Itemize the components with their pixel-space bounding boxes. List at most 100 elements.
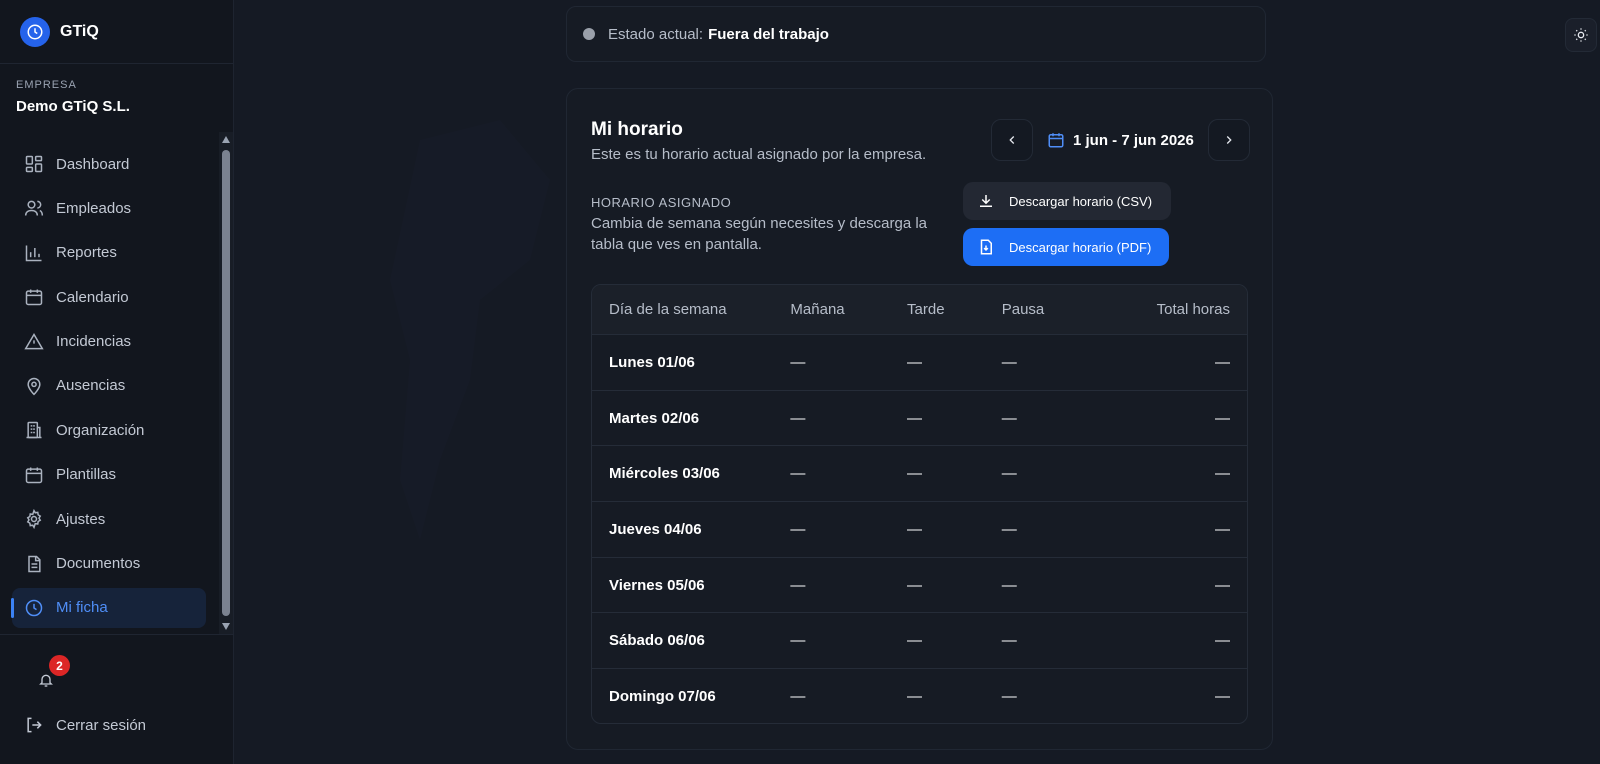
warning-icon <box>24 332 44 349</box>
cell-morning: — <box>790 520 806 538</box>
cell-afternoon: — <box>907 465 923 483</box>
cell-afternoon: — <box>907 520 923 538</box>
cell-morning: — <box>790 688 806 706</box>
week-range-picker[interactable]: 1 jun - 7 jun 2026 <box>1033 119 1208 161</box>
table-row: Domingo 07/06 — — — — <box>592 669 1247 723</box>
table-row: Sábado 06/06 — — — — <box>592 613 1247 670</box>
cell-afternoon: — <box>907 688 923 706</box>
scroll-thumb[interactable] <box>222 150 230 616</box>
dashboard-icon <box>25 155 43 173</box>
cell-break: — <box>1001 632 1017 650</box>
table-header: Día de la semana Mañana Tarde Pausa Tota… <box>592 285 1247 335</box>
building-icon <box>26 422 42 439</box>
sidebar-item-organizacion[interactable]: Organización <box>12 410 206 450</box>
cell-total-hours: — <box>1214 353 1230 371</box>
gear-icon <box>26 509 42 530</box>
calendar-icon <box>25 467 43 483</box>
background-map-decoration <box>390 120 550 540</box>
sidebar-item-ausencias[interactable]: Ausencias <box>12 366 206 406</box>
column-header-day: Día de la semana <box>609 301 727 318</box>
column-header-total-hours: Total horas <box>1156 301 1230 318</box>
cell-afternoon: — <box>907 576 923 594</box>
chevron-left-icon <box>1009 136 1015 144</box>
download-csv-button[interactable]: Descargar horario (CSV) <box>963 182 1171 220</box>
sidebar-item-documentos[interactable]: Documentos <box>12 544 206 584</box>
clock-logo-icon <box>20 16 50 47</box>
cell-total-hours: — <box>1214 520 1230 538</box>
download-pdf-label: Descargar horario (PDF) <box>1009 239 1152 255</box>
cell-total-hours: — <box>1214 576 1230 594</box>
cell-morning: — <box>790 465 806 483</box>
sidebar-item-reportes[interactable]: Reportes <box>12 233 206 273</box>
file-download-icon <box>980 239 992 255</box>
sidebar-item-dashboard[interactable]: Dashboard <box>12 144 206 184</box>
sidebar-item-label: Plantillas <box>56 466 117 484</box>
download-csv-label: Descargar horario (CSV) <box>1009 193 1153 209</box>
sidebar-item-label: Ajustes <box>56 510 106 528</box>
scroll-down-arrow-icon[interactable] <box>222 623 230 630</box>
download-pdf-button[interactable]: Descargar horario (PDF) <box>963 228 1169 266</box>
calendar-icon <box>25 289 43 306</box>
cell-day: Sábado 06/06 <box>609 632 705 650</box>
cell-total-hours: — <box>1214 409 1230 427</box>
table-row: Viernes 05/06 — — — — <box>592 558 1247 614</box>
previous-week-button[interactable] <box>991 119 1033 161</box>
cell-day: Viernes 05/06 <box>609 576 705 594</box>
page-subtitle: Este es tu horario actual asignado por l… <box>591 146 927 163</box>
scroll-up-arrow-icon[interactable] <box>222 136 230 143</box>
map-pin-icon <box>27 377 41 396</box>
cell-total-hours: — <box>1214 465 1230 483</box>
page-title: Mi horario <box>591 119 683 140</box>
sidebar-item-mi-ficha[interactable]: Mi ficha <box>11 587 206 628</box>
cell-morning: — <box>790 353 806 371</box>
company-name: Demo GTiQ S.L. <box>16 98 130 115</box>
logout-button[interactable]: Cerrar sesión <box>24 715 146 735</box>
sidebar-item-label: Incidencias <box>56 333 132 351</box>
sidebar-item-label: Empleados <box>56 199 132 217</box>
theme-toggle-button[interactable] <box>1565 18 1597 52</box>
sidebar-footer: 2 Cerrar sesión <box>0 634 234 764</box>
sidebar-item-empleados[interactable]: Empleados <box>12 188 206 228</box>
cell-afternoon: — <box>907 409 923 427</box>
sidebar: GTiQ EMPRESA Demo GTiQ S.L. Dashboard Em… <box>0 0 234 764</box>
cell-afternoon: — <box>907 353 923 371</box>
table-row: Jueves 04/06 — — — — <box>592 502 1247 558</box>
cell-break: — <box>1001 688 1017 706</box>
sidebar-item-ajustes[interactable]: Ajustes <box>12 499 206 539</box>
notification-badge: 2 <box>49 655 70 676</box>
bar-chart-icon <box>25 245 42 262</box>
sidebar-scrollbar[interactable] <box>219 132 233 634</box>
cell-break: — <box>1001 353 1017 371</box>
week-range-label: 1 jun - 7 jun 2026 <box>1073 131 1194 149</box>
sidebar-item-label: Mi ficha <box>56 599 108 617</box>
status-card: Estado actual: Fuera del trabajo <box>566 6 1266 62</box>
sidebar-item-label: Ausencias <box>56 377 126 395</box>
sidebar-item-plantillas[interactable]: Plantillas <box>12 455 206 495</box>
table-row: Lunes 01/06 — — — — <box>592 335 1247 391</box>
sidebar-item-incidencias[interactable]: Incidencias <box>12 322 206 362</box>
column-header-afternoon: Tarde <box>907 301 945 318</box>
cell-break: — <box>1001 576 1017 594</box>
assigned-schedule-label: HORARIO ASIGNADO <box>591 195 732 210</box>
chevron-right-icon <box>1226 136 1232 144</box>
cell-day: Lunes 01/06 <box>609 353 695 371</box>
bell-icon <box>39 674 53 687</box>
sidebar-item-label: Dashboard <box>56 155 130 173</box>
column-header-morning: Mañana <box>790 301 845 318</box>
cell-morning: — <box>790 409 806 427</box>
logout-label: Cerrar sesión <box>56 716 147 734</box>
document-icon <box>28 555 41 572</box>
cell-break: — <box>1001 465 1017 483</box>
cell-total-hours: — <box>1214 688 1230 706</box>
status-dot <box>583 28 595 40</box>
sidebar-item-calendario[interactable]: Calendario <box>12 277 206 317</box>
cell-break: — <box>1001 520 1017 538</box>
brand[interactable]: GTiQ <box>0 0 233 64</box>
status-label: Estado actual: <box>608 25 704 43</box>
assigned-schedule-description: Cambia de semana según necesites y desca… <box>591 215 928 253</box>
next-week-button[interactable] <box>1207 119 1250 161</box>
company-label: EMPRESA <box>16 79 77 91</box>
schedule-card: Mi horario Este es tu horario actual asi… <box>566 88 1273 750</box>
cell-day: Jueves 04/06 <box>609 520 702 538</box>
logout-icon <box>27 717 42 733</box>
